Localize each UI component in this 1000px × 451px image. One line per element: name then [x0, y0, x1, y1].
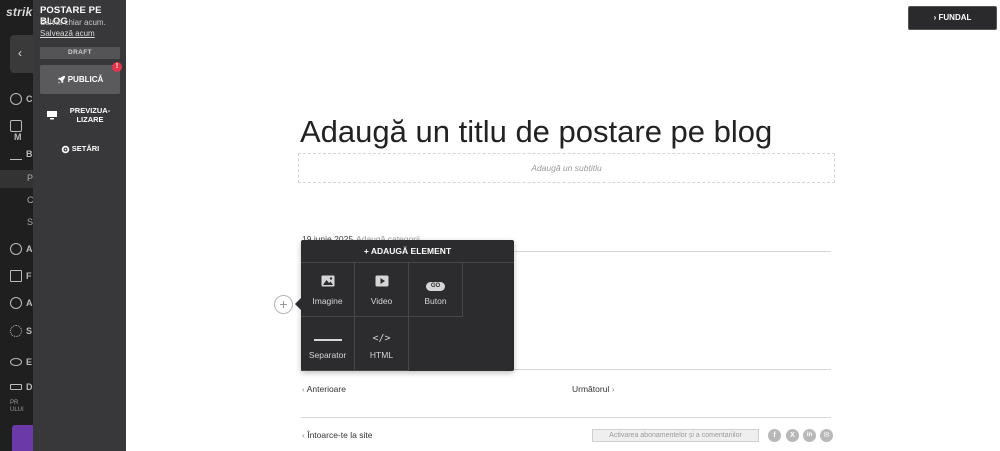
next-post-link[interactable]: Următorul › — [572, 384, 615, 394]
popover-title: + ADAUGĂ ELEMENT — [301, 240, 514, 263]
gear-icon — [61, 145, 70, 153]
sidebar-item-preview[interactable]: E — [10, 357, 32, 368]
divider — [301, 417, 831, 418]
rocket-icon — [57, 76, 65, 84]
publish-button[interactable]: PUBLICĂ ! — [40, 62, 122, 94]
eye-icon — [10, 358, 22, 367]
chevron-left-icon: ‹ — [302, 430, 305, 440]
add-html-tile[interactable]: </> HTML — [355, 317, 409, 371]
tile-label: Buton — [424, 296, 447, 306]
users-icon — [10, 243, 22, 255]
save-now-link[interactable]: Salvează acum — [40, 29, 95, 38]
separator-icon — [313, 339, 342, 341]
tile-label: Imagine — [312, 296, 343, 306]
background-button-label: FUNDAL — [938, 13, 972, 22]
publish-label: PUBLICĂ — [67, 75, 104, 84]
add-button-tile[interactable]: GO Buton — [409, 263, 463, 317]
status-badge: DRAFT — [40, 47, 120, 59]
sidebar-item-design[interactable]: D — [10, 382, 33, 393]
app-logo: strik — [6, 5, 33, 19]
sidebar-small-text: PR ULUI — [10, 400, 24, 413]
editor-panel: POSTARE PE BLOG Salvat chiar acum. Salve… — [33, 0, 126, 451]
code-icon: </> — [372, 333, 391, 344]
sidebar-item-audience[interactable]: A — [10, 243, 33, 255]
layers-icon — [10, 384, 22, 391]
sidebar-item-settings[interactable]: S — [10, 325, 32, 337]
chevron-left-icon: ‹ — [18, 46, 22, 60]
upgrade-button[interactable] — [12, 425, 33, 451]
preview-label-line1: PREVIZUA- — [69, 106, 111, 115]
sidebar-item-store[interactable]: M — [10, 120, 33, 143]
button-icon: GO — [426, 282, 445, 291]
enable-subscriptions-button[interactable]: Activarea abonamentelor și a comentariil… — [592, 429, 759, 442]
settings-label: SETĂRI — [71, 144, 100, 153]
save-status: Salvat chiar acum. — [40, 18, 106, 27]
sidebar-item-analytics[interactable]: A — [10, 297, 33, 309]
add-element-button[interactable]: + — [274, 295, 293, 314]
gear-icon — [10, 325, 22, 337]
chevron-left-icon: ‹ — [302, 384, 305, 394]
background-button[interactable]: › FUNDAL — [908, 6, 997, 30]
add-image-tile[interactable]: Imagine — [301, 263, 355, 317]
subtitle-input[interactable]: Adaugă un subtitlu — [298, 153, 835, 183]
x-icon[interactable]: X — [786, 429, 799, 442]
sidebar-item-blog[interactable]: B — [10, 148, 33, 160]
add-element-popover: + ADAUGĂ ELEMENT Imagine Video GO Buton … — [295, 240, 514, 371]
megaphone-icon — [10, 270, 22, 282]
chevron-right-icon: › — [933, 13, 937, 22]
facebook-icon[interactable]: f — [768, 429, 781, 442]
editor-screen: strik ‹ C M B P C S A F A S E D PR ULUI … — [0, 0, 1000, 451]
monitor-icon — [47, 111, 57, 120]
sidebar-item-payments[interactable]: C — [10, 93, 33, 105]
preview-button[interactable]: PREVIZUA- LIZARE — [40, 105, 120, 127]
tile-label: HTML — [369, 350, 394, 360]
back-to-site-link[interactable]: ‹ Întoarce-te la site — [302, 430, 372, 440]
previous-post-link[interactable]: ‹ Anterioare — [302, 384, 346, 394]
alert-badge: ! — [112, 62, 122, 72]
tile-label: Separator — [308, 350, 347, 360]
video-icon — [375, 275, 388, 287]
edit-icon — [10, 148, 22, 160]
store-icon — [10, 120, 22, 132]
preview-label-line2: LIZARE — [76, 115, 104, 124]
linkedin-icon[interactable]: in — [803, 429, 816, 442]
sidebar-back-button[interactable]: ‹ — [10, 35, 33, 73]
add-video-tile[interactable]: Video — [355, 263, 409, 317]
app-sidebar: strik ‹ C M B P C S A F A S E D PR ULUI — [0, 0, 33, 451]
add-separator-tile[interactable]: Separator — [301, 317, 355, 371]
chart-icon — [10, 297, 22, 309]
image-icon — [321, 275, 334, 287]
post-title-input[interactable]: Adaugă un titlu de postare pe blog — [300, 114, 840, 150]
sidebar-item-marketing[interactable]: F — [10, 270, 32, 282]
dollar-icon — [10, 93, 22, 105]
tile-label: Video — [370, 296, 393, 306]
settings-button[interactable]: SETĂRI — [40, 143, 120, 155]
chevron-right-icon: › — [611, 384, 615, 394]
email-icon[interactable]: ✉ — [820, 429, 833, 442]
